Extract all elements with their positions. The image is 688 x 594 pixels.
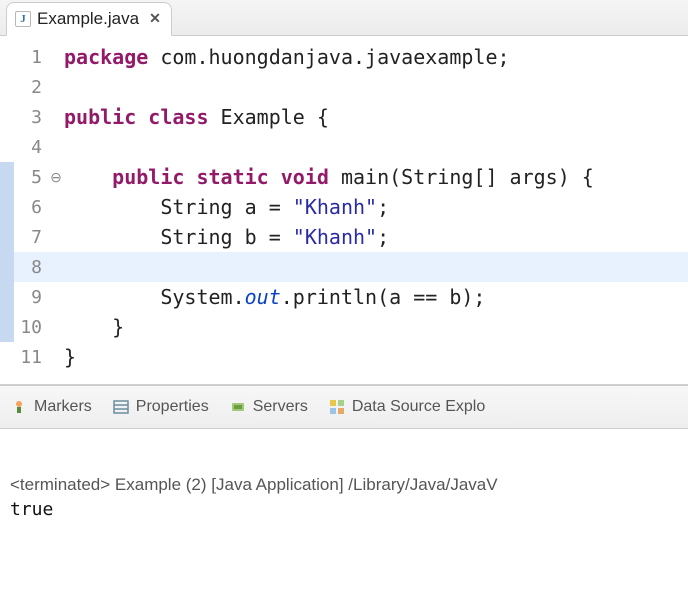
panel-tab-data[interactable]: Data Source Explo [328, 398, 485, 416]
panel-tab-label: Properties [136, 398, 209, 416]
line-number: 9 [14, 287, 48, 308]
console-status: <terminated> Example (2) [Java Applicati… [10, 475, 688, 495]
code-line[interactable]: 5⊖ public static void main(String[] args… [0, 162, 688, 192]
editor-panel: J Example.java ✕ 1 package com.huongdanja… [0, 0, 688, 385]
code-text[interactable]: } [64, 315, 688, 339]
gutter-marker [0, 252, 14, 282]
fold-icon[interactable]: ⊖ [48, 169, 64, 186]
line-number: 6 [14, 197, 48, 218]
code-line[interactable]: 4 [0, 132, 688, 162]
properties-icon [112, 398, 130, 416]
gutter-marker [0, 192, 14, 222]
panel-tab-properties[interactable]: Properties [112, 398, 209, 416]
gutter-marker [0, 222, 14, 252]
panel-tab-servers[interactable]: Servers [229, 398, 308, 416]
panel-tab-label: Data Source Explo [352, 398, 485, 416]
data-icon [328, 398, 346, 416]
code-line[interactable]: 3 public class Example { [0, 102, 688, 132]
line-number: 10 [14, 317, 48, 338]
line-number: 5 [14, 167, 48, 188]
code-line[interactable]: 11} [0, 342, 688, 372]
gutter-marker [0, 102, 14, 132]
code-line[interactable]: 2 [0, 72, 688, 102]
editor-tab[interactable]: J Example.java ✕ [6, 2, 172, 36]
gutter-marker [0, 162, 14, 192]
code-line[interactable]: 10 } [0, 312, 688, 342]
line-number: 3 [14, 107, 48, 128]
servers-icon [229, 398, 247, 416]
gutter-marker [0, 132, 14, 162]
code-text[interactable]: public class Example { [64, 105, 688, 129]
code-text[interactable]: package com.huongdanjava.javaexample; [64, 45, 688, 69]
code-area[interactable]: 1 package com.huongdanjava.javaexample; 2 3… [0, 36, 688, 384]
java-file-icon: J [15, 11, 31, 27]
console-panel: <terminated> Example (2) [Java Applicati… [0, 429, 688, 594]
line-number: 2 [14, 77, 48, 98]
code-text[interactable]: String b = "Khanh"; [64, 225, 688, 249]
tab-bar: J Example.java ✕ [0, 0, 688, 36]
console-output: true [10, 499, 688, 520]
code-text[interactable]: } [64, 345, 688, 369]
code-line[interactable]: 7 String b = "Khanh"; [0, 222, 688, 252]
panel-tab-label: Markers [34, 398, 92, 416]
gutter-marker [0, 342, 14, 372]
code-text[interactable]: String a = "Khanh"; [64, 195, 688, 219]
close-icon[interactable]: ✕ [149, 10, 161, 27]
panel-tab-markers[interactable]: Markers [10, 398, 92, 416]
bottom-panel-tabs: Markers Properties Servers Data Source Expl… [0, 385, 688, 429]
line-number: 8 [14, 257, 48, 278]
code-line[interactable]: 1 package com.huongdanjava.javaexample; [0, 42, 688, 72]
code-line[interactable]: 6 String a = "Khanh"; [0, 192, 688, 222]
markers-icon [10, 398, 28, 416]
tab-filename: Example.java [37, 9, 139, 29]
line-number: 7 [14, 227, 48, 248]
line-number: 1 [14, 47, 48, 68]
code-line[interactable]: 9 System.out.println(a == b); [0, 282, 688, 312]
line-number: 11 [14, 347, 48, 368]
code-text[interactable]: public static void main(String[] args) { [64, 165, 688, 189]
gutter-marker [0, 282, 14, 312]
code-text[interactable]: System.out.println(a == b); [64, 285, 688, 309]
gutter-marker [0, 42, 14, 72]
code-line[interactable]: 8 [0, 252, 688, 282]
gutter-marker [0, 312, 14, 342]
panel-tab-label: Servers [253, 398, 308, 416]
gutter-marker [0, 72, 14, 102]
line-number: 4 [14, 137, 48, 158]
